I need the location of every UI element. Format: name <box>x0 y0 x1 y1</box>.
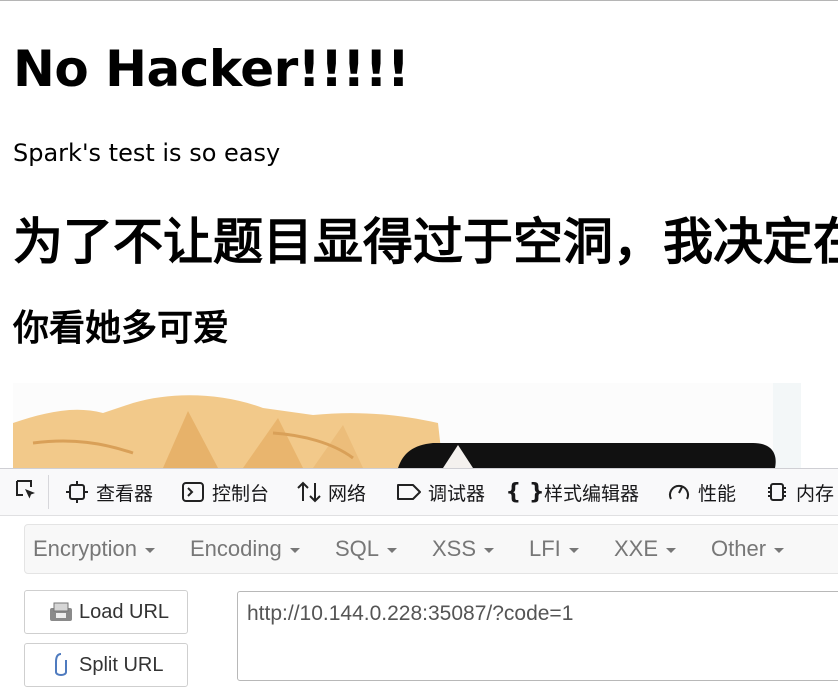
caret-down-icon <box>144 547 155 553</box>
menu-label: Encryption <box>33 536 137 561</box>
tab-inspector[interactable]: 查看器 <box>64 475 153 509</box>
devtools-toolbar: 查看器 控制台 网络 调试器 { } 样式编辑器 性能 内存 <box>0 469 838 516</box>
menu-label: LFI <box>529 536 561 561</box>
tab-console[interactable]: 控制台 <box>180 475 269 509</box>
tab-label: 网络 <box>328 482 367 505</box>
tab-network[interactable]: 网络 <box>296 475 366 509</box>
page-subheading-cn: 你看她多可爱 <box>13 308 230 349</box>
page-paragraph: Spark's test is so easy <box>13 139 281 167</box>
element-picker-icon <box>14 478 38 506</box>
menu-xxe[interactable]: XXE <box>614 525 677 573</box>
hackbar-menubar: Encryption Encoding SQL XSS LFI XXE Othe… <box>24 524 838 574</box>
tab-debugger[interactable]: 调试器 <box>396 475 485 509</box>
menu-label: XSS <box>432 536 477 561</box>
url-textarea[interactable]: http://10.144.0.228:35087/?code=1 <box>237 591 838 681</box>
menu-label: Encoding <box>190 536 282 561</box>
element-picker-button[interactable] <box>4 475 49 509</box>
performance-icon <box>666 479 692 505</box>
menu-lfi[interactable]: LFI <box>529 525 579 573</box>
caret-down-icon <box>289 547 300 553</box>
page-content: No Hacker!!!!! Spark's test is so easy 为… <box>0 0 838 468</box>
menu-other[interactable]: Other <box>711 525 785 573</box>
caret-down-icon <box>387 547 398 553</box>
menu-xss[interactable]: XSS <box>432 525 495 573</box>
style-editor-icon: { } <box>505 479 545 505</box>
memory-icon <box>764 479 790 505</box>
menu-label: Other <box>711 536 767 561</box>
tab-label: 调试器 <box>428 482 486 505</box>
page-heading-cn: 为了不让题目显得过于空洞，我决定在 <box>13 213 838 271</box>
tab-style-editor[interactable]: { } 样式编辑器 <box>505 475 640 509</box>
menu-encoding[interactable]: Encoding <box>190 525 300 573</box>
split-url-button[interactable]: Split URL <box>24 643 188 687</box>
menu-label: SQL <box>335 536 380 561</box>
load-url-label: Load URL <box>79 600 170 623</box>
load-url-button[interactable]: Load URL <box>24 590 188 634</box>
tab-label: 内存 <box>796 482 835 505</box>
hackbar-panel: Encryption Encoding SQL XSS LFI XXE Othe… <box>0 516 838 687</box>
caret-down-icon <box>568 547 579 553</box>
tab-label: 控制台 <box>212 482 270 505</box>
menu-sql[interactable]: SQL <box>335 525 398 573</box>
debugger-icon <box>396 479 422 505</box>
caret-down-icon <box>484 547 495 553</box>
split-icon <box>47 651 75 679</box>
split-url-label: Split URL <box>79 653 164 676</box>
menu-encryption[interactable]: Encryption <box>33 525 155 573</box>
tab-label: 查看器 <box>96 482 154 505</box>
tab-memory[interactable]: 内存 <box>764 475 834 509</box>
caret-down-icon <box>774 547 785 553</box>
load-icon <box>47 598 75 626</box>
tab-label: 性能 <box>698 482 737 505</box>
menu-label: XXE <box>614 536 659 561</box>
devtools-panel: 查看器 控制台 网络 调试器 { } 样式编辑器 性能 内存 Encryptio… <box>0 468 838 687</box>
tab-performance[interactable]: 性能 <box>666 475 736 509</box>
network-icon <box>296 479 322 505</box>
caret-down-icon <box>666 547 677 553</box>
console-icon <box>180 479 206 505</box>
anime-girl-image <box>13 383 801 468</box>
page-title: No Hacker!!!!! <box>13 40 410 98</box>
tab-label: 样式编辑器 <box>544 482 640 505</box>
inspector-icon <box>64 479 90 505</box>
